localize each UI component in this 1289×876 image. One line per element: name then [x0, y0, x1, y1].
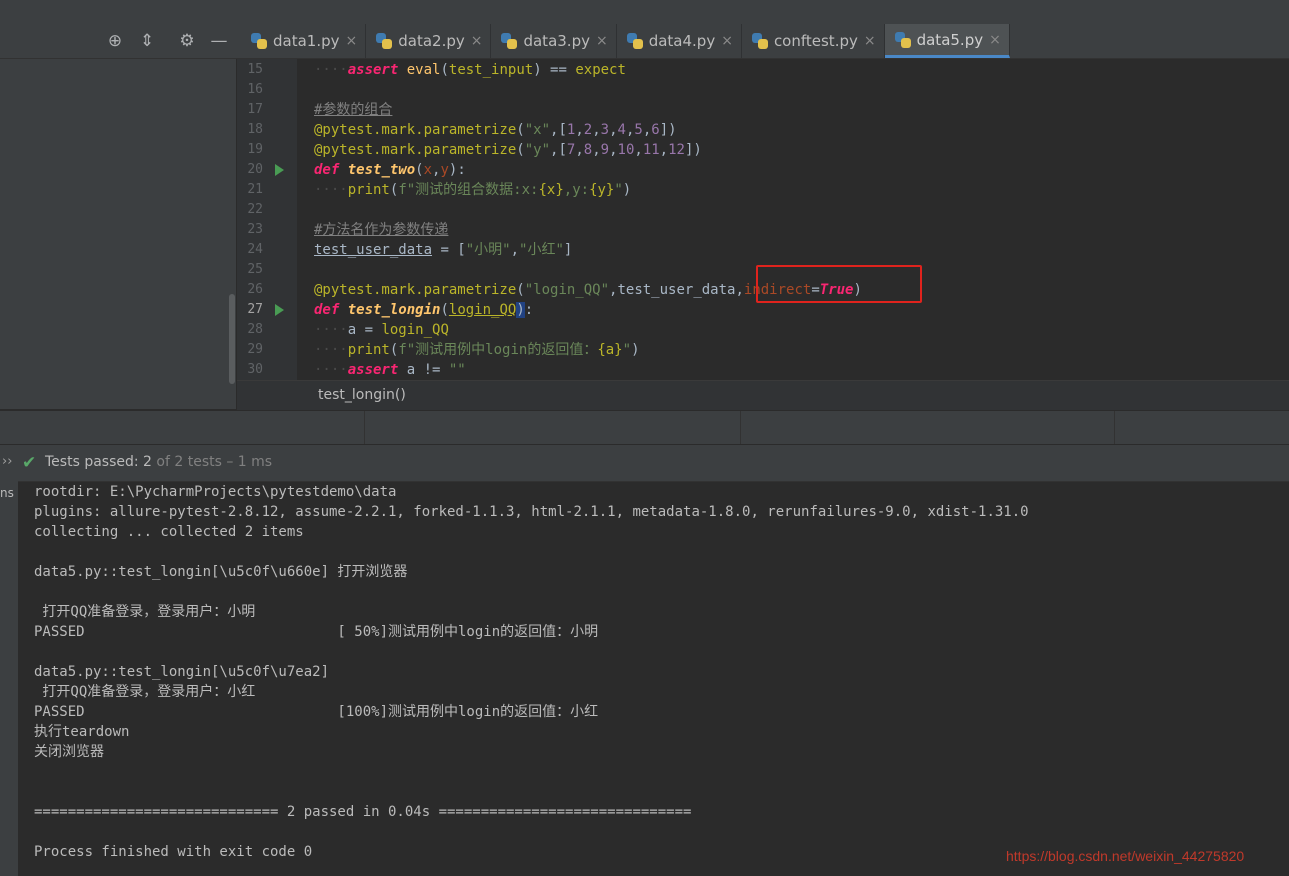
- console-line: Process finished with exit code 0: [34, 844, 313, 860]
- console-line: PASSED [100%]测试用例中login的返回值：小红: [34, 704, 599, 720]
- code-line: ····print(f"测试的组合数据:x:{x},y:{y}"): [314, 182, 632, 198]
- run-status-bar: ›› ✔ Tests passed: 2 of 2 tests – 1 ms: [0, 444, 1289, 482]
- gear-icon[interactable]: ⚙: [176, 30, 198, 52]
- code-line: #方法名作为参数传递: [314, 222, 449, 238]
- line-number: 29: [247, 342, 263, 357]
- line-number: 19: [247, 142, 263, 157]
- code-line: def test_longin(login_QQ):: [314, 302, 534, 318]
- line-number-gutter: 15 16 17 18 19 20 21 22 23 24 25 26 27 2…: [237, 59, 297, 380]
- tab-data1[interactable]: data1.py ×: [241, 24, 367, 58]
- tab-data3[interactable]: data3.py ×: [491, 24, 617, 58]
- code-line: ····print(f"测试用例中login的返回值：{a}"): [314, 342, 640, 358]
- run-side-strip: ns: [0, 481, 18, 876]
- passed-count: 2: [143, 454, 152, 470]
- title-strip: [0, 0, 1289, 25]
- scrollbar-thumb[interactable]: [229, 294, 235, 384]
- status-detail: of 2 tests – 1 ms: [151, 454, 273, 470]
- tab-data4[interactable]: data4.py ×: [617, 24, 742, 58]
- tab-label: data3.py: [523, 32, 590, 50]
- line-number: 22: [247, 202, 263, 217]
- splitter-divider: [1114, 411, 1115, 445]
- project-toolbar: ⊕ ⇕ ⚙ —: [104, 30, 230, 52]
- console-line: PASSED [ 50%]测试用例中login的返回值：小明: [34, 624, 599, 640]
- line-number: 17: [247, 102, 263, 117]
- panel-splitter[interactable]: [0, 410, 1289, 445]
- collapse-icon[interactable]: ⇕: [136, 30, 158, 52]
- line-number: 20: [247, 162, 263, 177]
- python-file-icon: [251, 33, 267, 49]
- line-number: 24: [247, 242, 263, 257]
- minimize-icon[interactable]: —: [208, 30, 230, 52]
- code-line: @pytest.mark.parametrize("x",[1,2,3,4,5,…: [314, 122, 677, 138]
- console-line: data5.py::test_longin[\u5c0f\u7ea2]: [34, 664, 330, 680]
- console-line: rootdir: E:\PycharmProjects\pytestdemo\d…: [34, 484, 397, 500]
- close-icon[interactable]: ×: [346, 33, 358, 49]
- tab-label: data4.py: [648, 32, 716, 50]
- line-number: 27: [247, 302, 263, 317]
- console-line: 关闭浏览器: [34, 744, 104, 760]
- close-icon[interactable]: ×: [596, 33, 608, 49]
- editor-tab-bar: ⊕ ⇕ ⚙ — data1.py × data2.py × data3.py × da…: [0, 24, 1289, 59]
- breadcrumb-item[interactable]: test_longin(): [318, 387, 406, 403]
- python-file-icon: [751, 33, 768, 49]
- code-line: @pytest.mark.parametrize("y",[7,8,9,10,1…: [314, 142, 702, 158]
- tab-data5[interactable]: data5.py ×: [884, 24, 1010, 58]
- highlight-box: [756, 265, 922, 303]
- project-panel: [0, 59, 228, 409]
- breadcrumb: test_longin(): [237, 380, 1289, 411]
- line-number: 21: [247, 182, 263, 197]
- python-file-icon: [376, 33, 393, 49]
- tab-conftest[interactable]: conftest.py ×: [742, 24, 885, 58]
- console-line: ============================= 2 passed i…: [34, 804, 692, 820]
- console-line: plugins: allure-pytest-2.8.12, assume-2.…: [34, 504, 1029, 520]
- line-number: 26: [247, 282, 263, 297]
- crosshair-icon[interactable]: ⊕: [104, 30, 126, 52]
- code-line: ····a = login_QQ: [314, 322, 449, 338]
- side-tab[interactable]: ns: [0, 486, 14, 500]
- file-tabs: data1.py × data2.py × data3.py × data4.py × …: [241, 24, 1010, 58]
- line-number: 18: [247, 122, 263, 137]
- code-editor[interactable]: ····assert eval(test_input) == expect #参…: [297, 59, 1289, 380]
- console-line: 执行teardown: [34, 724, 130, 740]
- line-number: 16: [247, 82, 263, 97]
- project-scrollbar[interactable]: [228, 59, 236, 409]
- line-number: 30: [247, 362, 263, 377]
- status-label: Tests passed:: [45, 454, 139, 470]
- check-icon: ✔: [22, 453, 37, 473]
- run-test-icon[interactable]: [275, 164, 284, 176]
- code-line: ····assert a != "": [314, 362, 466, 378]
- tab-label: data2.py: [398, 32, 465, 50]
- code-line: def test_two(x,y):: [314, 162, 466, 178]
- code-line: ····assert eval(test_input) == expect: [314, 62, 626, 78]
- tab-data2[interactable]: data2.py ×: [366, 24, 492, 58]
- console-line: 打开QQ准备登录，登录用户：小明: [34, 604, 256, 620]
- line-number: 28: [247, 322, 263, 337]
- line-number: 15: [247, 62, 263, 77]
- tab-label: data5.py: [916, 30, 984, 49]
- splitter-divider: [740, 411, 741, 445]
- console-line: data5.py::test_longin[\u5c0f\u660e] 打开浏览…: [34, 564, 408, 580]
- console-output[interactable]: rootdir: E:\PycharmProjects\pytestdemo\d…: [34, 481, 1284, 876]
- tab-label: data1.py: [273, 32, 340, 50]
- chevron-right-icon[interactable]: ››: [2, 454, 12, 469]
- close-icon[interactable]: ×: [989, 32, 1001, 48]
- python-file-icon: [894, 31, 911, 48]
- splitter-divider: [364, 411, 365, 445]
- run-test-icon[interactable]: [275, 304, 284, 316]
- tab-label: conftest.py: [773, 32, 858, 50]
- console-line: 打开QQ准备登录，登录用户：小红: [34, 684, 256, 700]
- code-line: test_user_data = ["小明","小红"]: [314, 242, 573, 258]
- code-line: #参数的组合: [314, 102, 393, 118]
- python-file-icon: [626, 33, 643, 49]
- line-number: 25: [247, 262, 263, 277]
- line-number: 23: [247, 222, 263, 237]
- test-status: Tests passed: 2 of 2 tests – 1 ms: [45, 454, 272, 470]
- watermark: https://blog.csdn.net/weixin_44275820: [1006, 848, 1245, 864]
- close-icon[interactable]: ×: [864, 33, 876, 49]
- python-file-icon: [501, 33, 518, 49]
- close-icon[interactable]: ×: [721, 33, 733, 49]
- console-line: collecting ... collected 2 items: [34, 524, 304, 540]
- close-icon[interactable]: ×: [471, 33, 483, 49]
